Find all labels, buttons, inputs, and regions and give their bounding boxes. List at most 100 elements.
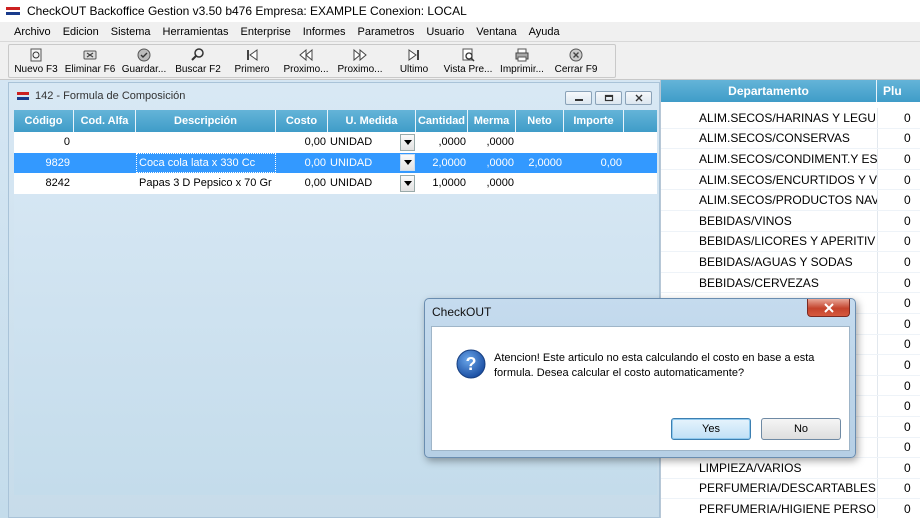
menu-archivo[interactable]: Archivo xyxy=(8,26,57,38)
toolbar-button-label: Vista Pre... xyxy=(443,64,493,75)
menu-sistema[interactable]: Sistema xyxy=(105,26,157,38)
toolbar-button-group: Nuevo F3 Eliminar F6 Guardar... Buscar F2 Pr… xyxy=(8,44,616,78)
menu-ayuda[interactable]: Ayuda xyxy=(523,26,566,38)
table-row[interactable]: 8242 Papas 3 D Pepsico x 70 Gr 0,00 UNIDAD 1… xyxy=(14,173,657,194)
toolbar: Nuevo F3 Eliminar F6 Guardar... Buscar F2 Pr… xyxy=(0,42,920,80)
department-plu: 0 xyxy=(877,396,920,416)
cell-descripcion[interactable]: Papas 3 D Pepsico x 70 Gr xyxy=(136,173,276,194)
menu-ventana[interactable]: Ventana xyxy=(470,26,522,38)
menu-herramientas[interactable]: Herramientas xyxy=(157,26,235,38)
cell-neto[interactable] xyxy=(516,132,564,153)
cell-codigo[interactable]: 0 xyxy=(14,132,74,153)
cell-u-medida[interactable]: UNIDAD xyxy=(328,173,416,194)
cell-u-medida[interactable]: UNIDAD xyxy=(328,153,416,174)
cell-importe[interactable]: 0,00 xyxy=(564,153,624,174)
column-header-u-medida[interactable]: U. Medida xyxy=(328,110,416,132)
dialog-body: ? Atencion! Este articulo no esta calcul… xyxy=(431,326,850,451)
department-plu: 0 xyxy=(877,478,920,499)
minimize-button[interactable] xyxy=(565,91,592,105)
cell-cantidad[interactable]: 2,0000 xyxy=(416,153,468,174)
menu-parametros[interactable]: Parametros xyxy=(351,26,420,38)
toolbar-button-preview[interactable]: Vista Pre... xyxy=(441,45,495,77)
list-item[interactable]: BEBIDAS/VINOS 0 xyxy=(661,210,920,232)
menu-edicion[interactable]: Edicion xyxy=(57,26,105,38)
list-item[interactable]: BEBIDAS/LICORES Y APERITIV 0 xyxy=(661,231,920,253)
cell-neto[interactable] xyxy=(516,173,564,194)
list-item[interactable]: BEBIDAS/AGUAS Y SODAS 0 xyxy=(661,252,920,273)
column-header-departamento[interactable]: Departamento xyxy=(661,80,877,102)
unit-select[interactable]: UNIDAD xyxy=(330,132,416,153)
cell-cod-alfa[interactable] xyxy=(74,153,136,174)
column-header-codigo[interactable]: Código xyxy=(14,110,74,132)
toolbar-button-delete[interactable]: Eliminar F6 xyxy=(63,45,117,77)
toolbar-button-close[interactable]: Cerrar F9 xyxy=(549,45,603,77)
cell-merma[interactable]: ,0000 xyxy=(468,173,516,194)
list-item[interactable]: ALIM.SECOS/ENCURTIDOS Y V0 xyxy=(661,169,920,191)
toolbar-button-first[interactable]: Primero xyxy=(225,45,279,77)
chevron-down-icon[interactable] xyxy=(400,133,415,151)
menu-enterprise[interactable]: Enterprise xyxy=(235,26,297,38)
toolbar-button-search[interactable]: Buscar F2 xyxy=(171,45,225,77)
table-row[interactable]: 9829 Coca cola lata x 330 Cc 0,00 UNIDAD 2,0… xyxy=(14,152,657,174)
cell-neto[interactable]: 2,0000 xyxy=(516,153,564,174)
cell-cantidad[interactable]: ,0000 xyxy=(416,132,468,153)
toolbar-button-next[interactable]: Proximo... xyxy=(333,45,387,77)
list-item[interactable]: ALIM.SECOS/CONSERVAS 0 xyxy=(661,128,920,150)
window-close-button[interactable] xyxy=(625,91,652,105)
cell-costo[interactable]: 0,00 xyxy=(276,173,328,194)
dialog-close-button[interactable] xyxy=(807,299,850,317)
formula-window-titlebar[interactable]: 142 - Formula de Composición xyxy=(9,83,659,109)
table-row[interactable]: 0 0,00 UNIDAD ,0000,0000 xyxy=(14,132,657,153)
department-name: BEBIDAS/LICORES Y APERITIV xyxy=(699,234,876,249)
cell-importe[interactable] xyxy=(564,173,624,194)
cell-descripcion[interactable] xyxy=(136,132,276,153)
toolbar-button-previous[interactable]: Proximo... xyxy=(279,45,333,77)
cell-u-medida[interactable]: UNIDAD xyxy=(328,132,416,153)
cell-descripcion[interactable]: Coca cola lata x 330 Cc xyxy=(136,152,276,173)
column-header-costo[interactable]: Costo xyxy=(276,110,328,132)
menu-informes[interactable]: Informes xyxy=(297,26,352,38)
department-name: BEBIDAS/VINOS xyxy=(699,213,792,228)
toolbar-button-print[interactable]: Imprimir... xyxy=(495,45,549,77)
column-header-neto[interactable]: Neto xyxy=(516,110,564,132)
column-header-descripcion[interactable]: Descripción xyxy=(136,110,276,132)
toolbar-button-label: Nuevo F3 xyxy=(14,64,58,75)
toolbar-button-last[interactable]: Ultimo xyxy=(387,45,441,77)
unit-select[interactable]: UNIDAD xyxy=(330,173,416,194)
cell-cantidad[interactable]: 1,0000 xyxy=(416,173,468,194)
column-header-importe[interactable]: Importe xyxy=(564,110,624,132)
cell-importe[interactable] xyxy=(564,132,624,153)
restore-button[interactable] xyxy=(595,91,622,105)
list-item[interactable]: PERFUMERIA/DESCARTABLES 0 xyxy=(661,478,920,500)
chevron-down-icon[interactable] xyxy=(400,174,415,192)
list-item[interactable]: ALIM.SECOS/CONDIMENT.Y ES 0 xyxy=(661,149,920,170)
column-header-merma[interactable]: Merma xyxy=(468,110,516,132)
department-name: ALIM.SECOS/HARINAS Y LEGU xyxy=(699,110,876,125)
cell-costo[interactable]: 0,00 xyxy=(276,153,328,174)
column-header-plu[interactable]: Plu xyxy=(877,80,920,102)
chevron-down-icon[interactable] xyxy=(400,154,415,172)
list-item[interactable]: ALIM.SECOS/PRODUCTOS NAV 0 xyxy=(661,190,920,211)
search-icon xyxy=(191,48,205,62)
yes-button[interactable]: Yes xyxy=(671,418,751,440)
cell-merma[interactable]: ,0000 xyxy=(468,153,516,174)
cell-cod-alfa[interactable] xyxy=(74,132,136,153)
last-icon xyxy=(407,48,421,62)
list-item[interactable]: ALIM.SECOS/HARINAS Y LEGU 0 xyxy=(661,108,920,129)
list-item[interactable]: LIMPIEZA/VARIOS 0 xyxy=(661,458,920,479)
toolbar-button-new[interactable]: Nuevo F3 xyxy=(9,45,63,77)
list-item[interactable]: PERFUMERIA/HIGIENE PERSO 0 xyxy=(661,499,920,518)
unit-select[interactable]: UNIDAD xyxy=(330,153,416,174)
cell-merma[interactable]: ,0000 xyxy=(468,132,516,153)
cell-codigo[interactable]: 8242 xyxy=(14,173,74,194)
column-header-cantidad[interactable]: Cantidad xyxy=(416,110,468,132)
list-item[interactable]: BEBIDAS/CERVEZAS 0 xyxy=(661,272,920,294)
cell-costo[interactable]: 0,00 xyxy=(276,132,328,153)
column-header-cod-alfa[interactable]: Cod. Alfa xyxy=(74,110,136,132)
cell-codigo[interactable]: 9829 xyxy=(14,153,74,174)
department-name: BEBIDAS/CERVEZAS xyxy=(699,275,819,290)
menu-usuario[interactable]: Usuario xyxy=(420,26,470,38)
toolbar-button-save[interactable]: Guardar... xyxy=(117,45,171,77)
no-button[interactable]: No xyxy=(761,418,841,440)
cell-cod-alfa[interactable] xyxy=(74,173,136,194)
